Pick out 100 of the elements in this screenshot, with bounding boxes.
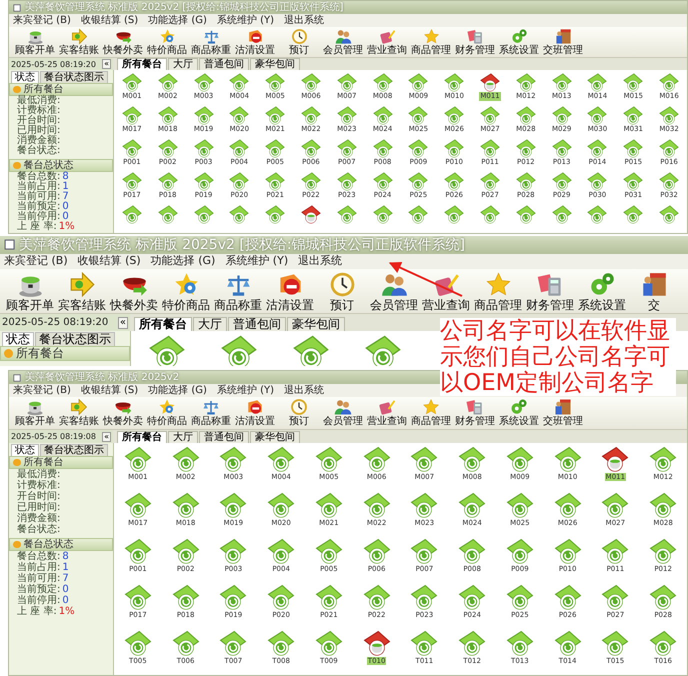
toolbar-button[interactable]: 宾客结账 bbox=[56, 269, 108, 313]
toolbar-button[interactable]: 快餐外卖 bbox=[108, 269, 160, 313]
collapse-button[interactable]: « bbox=[102, 59, 111, 69]
menu-item[interactable]: 系统维护 (Y) bbox=[216, 15, 274, 26]
field-label: 餐台总数: bbox=[17, 171, 60, 182]
toolbar-button[interactable]: 预订 bbox=[277, 397, 321, 429]
toolbar-button[interactable]: 商品管理 bbox=[409, 27, 453, 57]
arrow-icon bbox=[70, 28, 88, 45]
star-icon bbox=[422, 28, 440, 45]
tab[interactable]: 普通包间 bbox=[228, 316, 286, 331]
menu-item[interactable]: 功能选择 (G) bbox=[150, 255, 216, 268]
toolbar-button[interactable]: 快餐外卖 bbox=[101, 397, 145, 429]
field-label: 计费标准: bbox=[17, 105, 60, 116]
tab[interactable]: 普通包间 bbox=[199, 431, 249, 443]
collapse-button[interactable]: « bbox=[102, 432, 111, 442]
tab[interactable]: 豪华包间 bbox=[287, 316, 345, 331]
tab[interactable]: 豪华包间 bbox=[250, 431, 300, 443]
toolbar-button[interactable]: 营业查询 bbox=[420, 269, 472, 313]
toolbar-button[interactable]: 营业查询 bbox=[365, 27, 409, 57]
menu-item[interactable]: 系统维护 (Y) bbox=[225, 255, 288, 268]
toolbar-button[interactable]: 交班管理 bbox=[541, 397, 585, 429]
tab[interactable]: 普通包间 bbox=[199, 58, 249, 70]
toolbar-button[interactable]: 特价商品 bbox=[145, 397, 189, 429]
toolbar-button[interactable]: 财务管理 bbox=[453, 27, 497, 57]
menu-item[interactable]: 来宾登记 (B) bbox=[4, 255, 68, 268]
toolbar-button[interactable]: 财务管理 bbox=[453, 397, 497, 429]
tab[interactable]: 所有餐台 bbox=[134, 316, 192, 331]
toolbar-button[interactable]: 商品称重 bbox=[212, 269, 264, 313]
toolbar-button[interactable]: 快餐外卖 bbox=[101, 27, 145, 57]
field-label: 开台时间: bbox=[17, 491, 60, 502]
toolbar-button[interactable]: 沽清设置 bbox=[233, 27, 277, 57]
toolbar-button[interactable]: 会员管理 bbox=[368, 269, 420, 313]
toolbar-button[interactable]: 系统设置 bbox=[576, 269, 628, 313]
toolbar-button[interactable]: 商品管理 bbox=[409, 397, 453, 429]
gears-icon bbox=[510, 28, 528, 45]
toolbar-button[interactable]: 宾客结账 bbox=[57, 27, 101, 57]
menu-item[interactable]: 收银结算 (S) bbox=[80, 385, 138, 396]
toolbar-button[interactable]: 会员管理 bbox=[321, 397, 365, 429]
dot-icon bbox=[13, 86, 20, 94]
menu-item[interactable]: 退出系统 bbox=[284, 385, 324, 396]
tab[interactable]: 餐台状态图示 bbox=[35, 332, 115, 346]
tab[interactable]: 大厅 bbox=[193, 316, 227, 331]
field-label: 最低消费: bbox=[17, 469, 60, 480]
tab[interactable]: 所有餐台 bbox=[117, 431, 167, 443]
tab[interactable]: 状态 bbox=[11, 71, 39, 83]
tab[interactable]: 状态 bbox=[2, 332, 34, 346]
toolbar-button[interactable]: 预订 bbox=[277, 27, 321, 57]
menu-item[interactable]: 来宾登记 (B) bbox=[13, 385, 71, 396]
tab[interactable]: 大厅 bbox=[168, 58, 198, 70]
field-label: 消费金额: bbox=[17, 513, 60, 524]
menu-item[interactable]: 退出系统 bbox=[298, 255, 342, 268]
menu-item[interactable]: 收银结算 (S) bbox=[78, 255, 141, 268]
toolbar-button[interactable]: 特价商品 bbox=[160, 269, 212, 313]
toolbar-button[interactable]: 沽清设置 bbox=[264, 269, 316, 313]
panel-title: 餐台总状态 bbox=[24, 160, 74, 171]
toolbar-button[interactable]: 特价商品 bbox=[145, 27, 189, 57]
field-label: 消费金额: bbox=[17, 135, 60, 146]
menu-item[interactable]: 收银结算 (S) bbox=[80, 15, 138, 26]
menu-item[interactable]: 功能选择 (G) bbox=[148, 385, 207, 396]
toolbar-button[interactable]: 宾客结账 bbox=[57, 397, 101, 429]
tab[interactable]: 大厅 bbox=[168, 431, 198, 443]
toolbar-button[interactable]: 顾客开单 bbox=[4, 269, 56, 313]
toolbar-button[interactable]: 顾客开单 bbox=[13, 27, 57, 57]
panel-title: 所有餐台 bbox=[24, 457, 64, 468]
menu-item[interactable]: 来宾登记 (B) bbox=[13, 15, 71, 26]
menu-item[interactable]: 功能选择 (G) bbox=[148, 15, 207, 26]
window-title: 美萍餐饮管理系统 标准版 2025v2 bbox=[25, 372, 180, 382]
star-icon bbox=[158, 28, 176, 45]
menu-item[interactable]: 退出系统 bbox=[284, 15, 324, 26]
door-icon bbox=[554, 398, 572, 416]
toolbar-button[interactable]: 营业查询 bbox=[365, 397, 409, 429]
field-label: 上 座 率: bbox=[17, 606, 57, 617]
tab[interactable]: 所有餐台 bbox=[117, 58, 167, 70]
toolbar-button[interactable]: 预订 bbox=[316, 269, 368, 313]
toolbar-button[interactable]: 交 bbox=[628, 269, 680, 313]
menu-item[interactable]: 系统维护 (Y) bbox=[216, 385, 274, 396]
toolbar-button[interactable]: 财务管理 bbox=[524, 269, 576, 313]
toolbar-button[interactable]: 会员管理 bbox=[321, 27, 365, 57]
panel-title: 餐台总状态 bbox=[24, 539, 74, 550]
calculator-icon bbox=[466, 398, 484, 416]
toolbar-button[interactable]: 系统设置 bbox=[497, 397, 541, 429]
tab[interactable]: 豪华包间 bbox=[250, 58, 300, 70]
stop-icon bbox=[246, 398, 264, 416]
clock-icon bbox=[328, 270, 356, 298]
toolbar-button[interactable]: 商品称重 bbox=[189, 27, 233, 57]
toolbar-button[interactable]: 顾客开单 bbox=[13, 397, 57, 429]
tab[interactable]: 餐台状态图示 bbox=[40, 444, 108, 456]
field-value: 8 bbox=[62, 171, 69, 182]
window-title: 美萍餐饮管理系统 标准版 2025v2 [授权给:锦城科技公司正版软件系统] bbox=[19, 238, 465, 252]
toolbar-button[interactable]: 交班管理 bbox=[541, 27, 585, 57]
clock-text: 2025-05-25 08:19:08 bbox=[11, 432, 96, 441]
field-label: 当前预定: bbox=[17, 584, 60, 595]
tab[interactable]: 餐台状态图示 bbox=[40, 71, 108, 83]
collapse-button[interactable]: « bbox=[118, 316, 128, 328]
toolbar-button[interactable]: 商品管理 bbox=[472, 269, 524, 313]
toolbar-button[interactable]: 商品称重 bbox=[189, 397, 233, 429]
field-value: 1% bbox=[58, 221, 75, 232]
toolbar-button[interactable]: 系统设置 bbox=[497, 27, 541, 57]
tab[interactable]: 状态 bbox=[11, 444, 39, 456]
toolbar-button[interactable]: 沽清设置 bbox=[233, 397, 277, 429]
